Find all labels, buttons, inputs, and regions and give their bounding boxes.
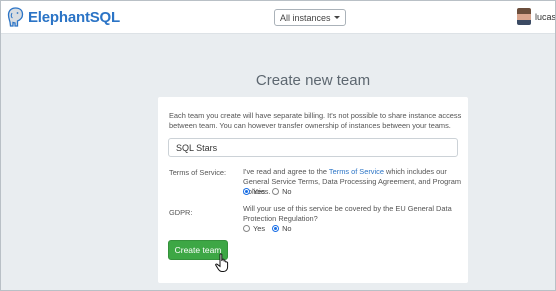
- caret-down-icon: [333, 16, 340, 19]
- gdpr-no-option[interactable]: No: [272, 224, 292, 233]
- gdpr-no-label: No: [282, 224, 292, 233]
- gdpr-yes-radio[interactable]: [243, 225, 250, 232]
- gdpr-label: GDPR:: [169, 208, 193, 217]
- gdpr-yes-label: Yes: [253, 224, 266, 233]
- avatar: [517, 8, 531, 25]
- terms-yes-option[interactable]: Yes: [243, 187, 265, 196]
- team-name-input[interactable]: [168, 138, 458, 157]
- terms-radio-group: Yes No: [243, 187, 299, 196]
- brand-name: ElephantSQL: [28, 8, 120, 26]
- page-title: Create new team: [255, 72, 371, 89]
- brand[interactable]: ElephantSQL: [7, 7, 120, 27]
- gdpr-no-radio[interactable]: [272, 225, 280, 232]
- elephant-logo-icon: [7, 7, 24, 27]
- terms-yes-radio[interactable]: [243, 188, 250, 195]
- pointer-hand-cursor-icon: [215, 253, 229, 272]
- terms-no-option[interactable]: No: [272, 187, 292, 196]
- instances-dropdown[interactable]: All instances: [274, 9, 346, 26]
- terms-label: Terms of Service:: [169, 168, 227, 177]
- terms-yes-label: Yes: [253, 187, 266, 196]
- terms-no-label: No: [282, 187, 292, 196]
- create-team-form: Each team you create will have separate …: [158, 97, 468, 283]
- billing-notice: Each team you create will have separate …: [169, 111, 462, 130]
- username: lucasje: [535, 11, 556, 22]
- terms-of-service-link[interactable]: Terms of Service: [329, 167, 384, 176]
- gdpr-yes-option[interactable]: Yes: [243, 224, 265, 233]
- gdpr-radio-group: Yes No: [243, 224, 299, 233]
- instances-dropdown-label: All instances: [280, 12, 331, 23]
- terms-no-radio[interactable]: [272, 188, 280, 195]
- terms-text-before: I've read and agree to the: [243, 167, 329, 176]
- gdpr-question: Will your use of this service be covered…: [243, 204, 452, 223]
- top-navbar: ElephantSQL All instances lucasje: [1, 1, 556, 34]
- user-menu[interactable]: lucasje: [517, 8, 556, 25]
